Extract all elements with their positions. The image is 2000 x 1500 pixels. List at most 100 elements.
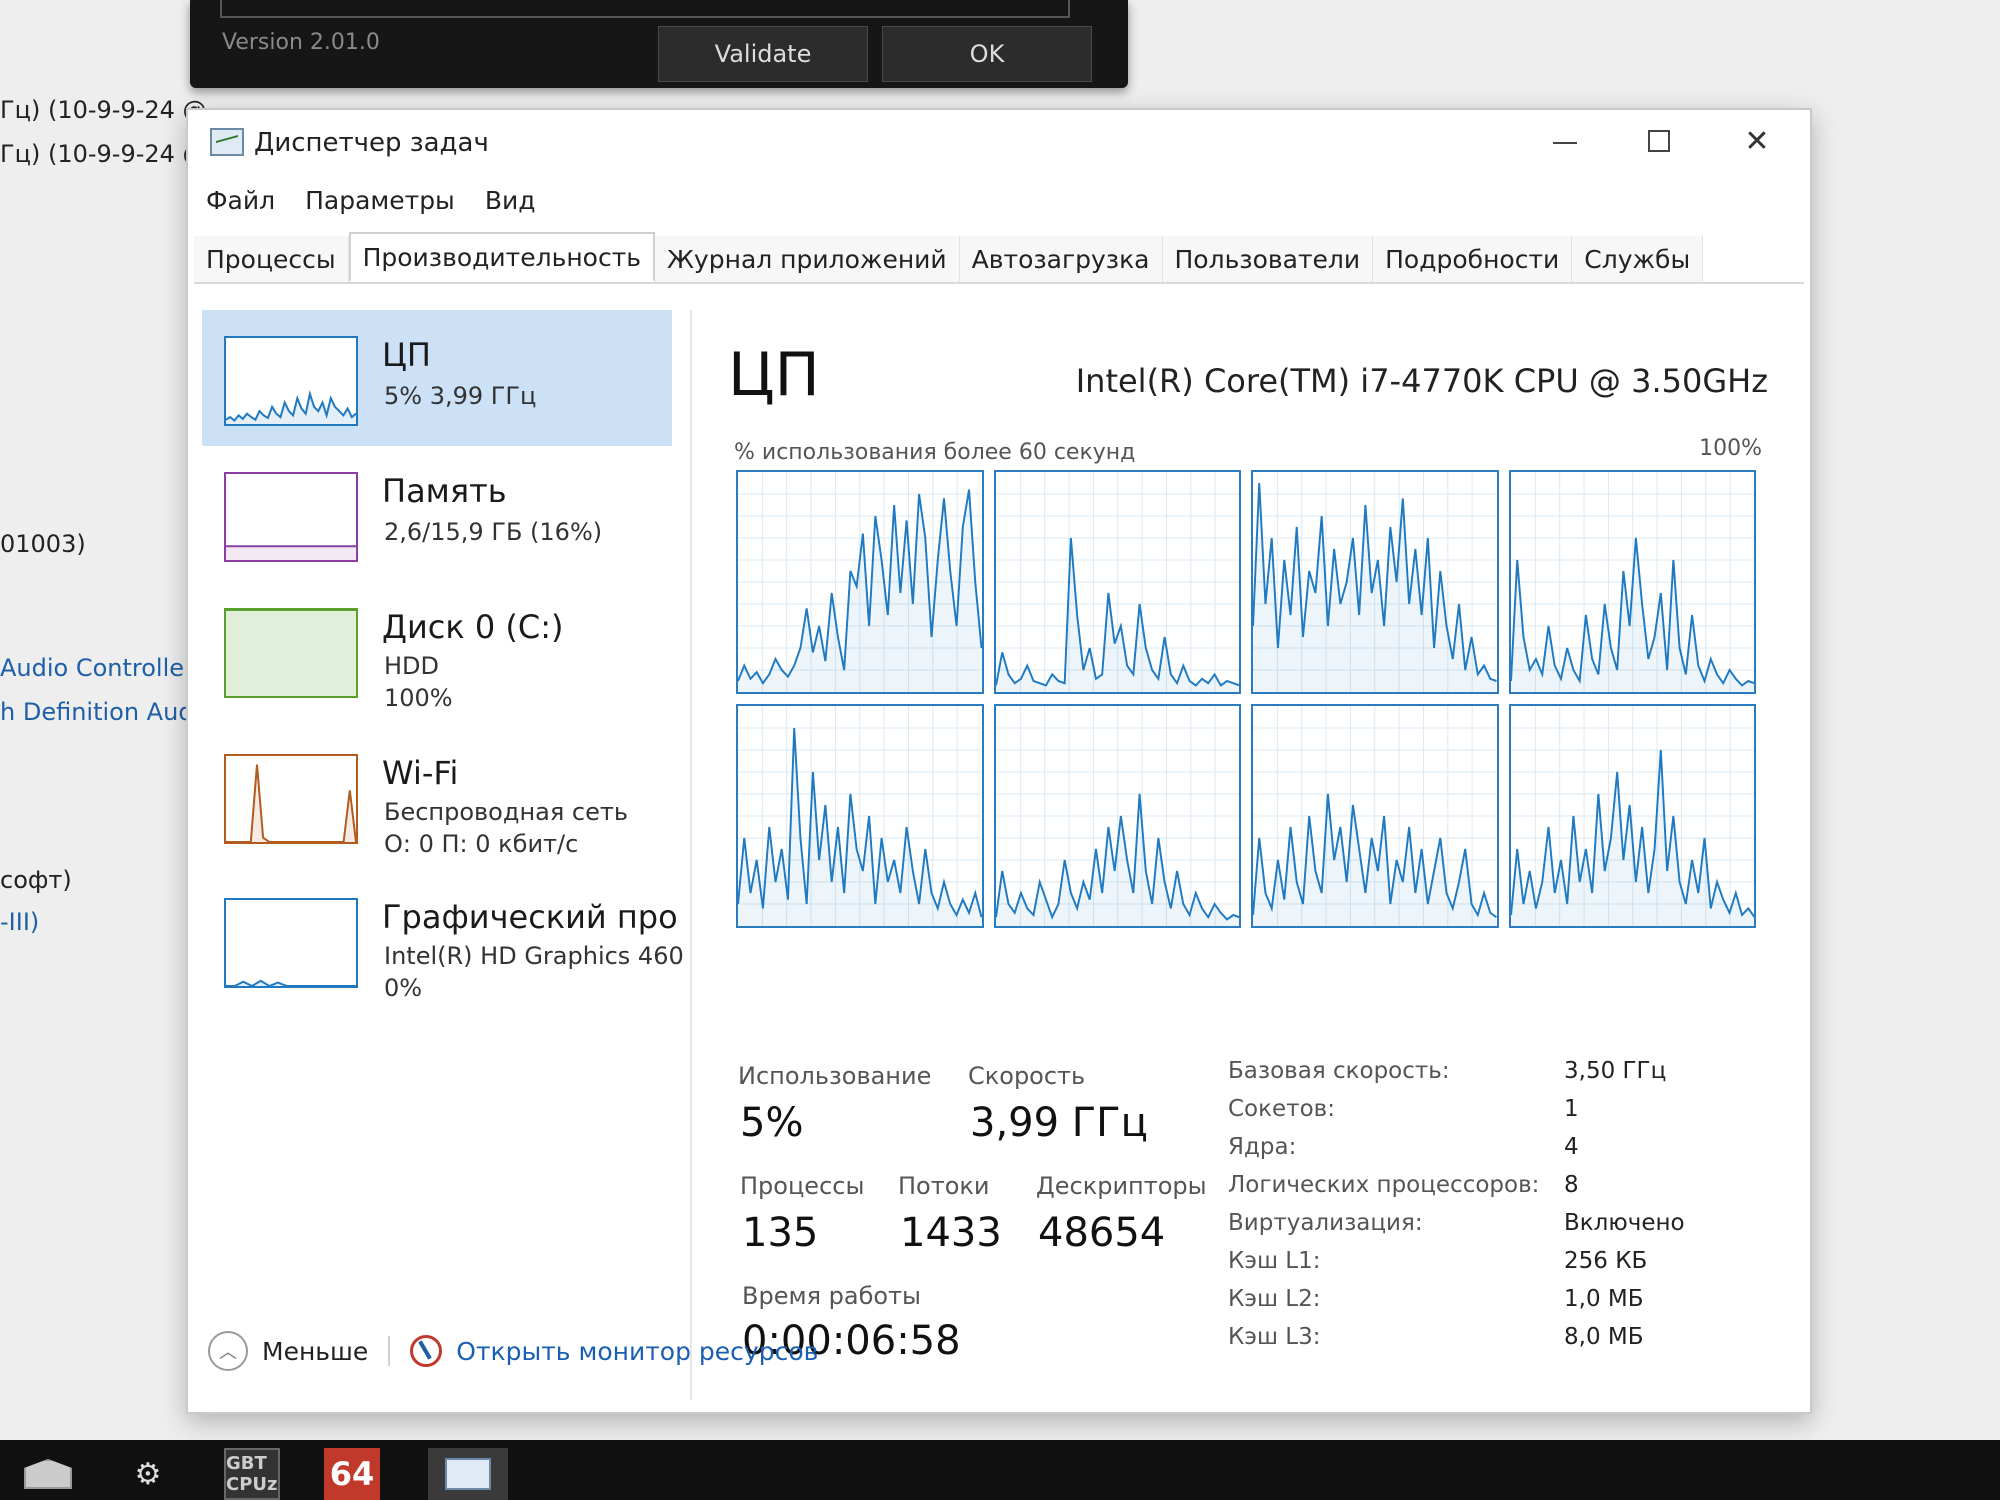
thumb-area [226, 546, 356, 560]
spec-row: Кэш L1: 256 КБ [1228, 1242, 1788, 1280]
menu-options[interactable]: Параметры [305, 186, 455, 222]
resource-item-cpu[interactable]: ЦП 5% 3,99 ГГц [202, 310, 672, 446]
fewer-details-button[interactable]: Меньше [262, 1337, 368, 1366]
resource-detail-2: 100% [384, 684, 453, 712]
handles-label: Дескрипторы [1036, 1172, 1207, 1200]
bg-window-text: софт) [0, 866, 72, 894]
spec-row: Ядра: 4 [1228, 1128, 1788, 1166]
uptime-label: Время работы [742, 1282, 921, 1310]
spec-key: Кэш L3: [1228, 1324, 1321, 1350]
resource-item-disk[interactable]: Диск 0 (C:) HDD 100% [202, 582, 672, 718]
logical-processor-graph [993, 704, 1241, 928]
graph-max-label: 100% [1699, 436, 1762, 461]
gear-icon[interactable]: ⚙ [120, 1448, 176, 1500]
tab-performance[interactable]: Производительность [348, 232, 655, 282]
spec-value: 3,50 ГГц [1564, 1058, 1667, 1084]
pane-divider[interactable] [690, 310, 692, 1400]
validate-button[interactable]: Validate [658, 26, 868, 82]
resource-name: Графический про [382, 898, 678, 936]
minimize-button[interactable] [1530, 118, 1600, 164]
thumb-area [226, 610, 356, 696]
resource-detail: Беспроводная сеть [384, 798, 629, 826]
spec-row: Сокетов: 1 [1228, 1090, 1788, 1128]
resource-detail: HDD [384, 652, 440, 680]
resource-name: Wi-Fi [382, 754, 459, 792]
logical-processor-graphs[interactable] [736, 470, 1756, 928]
resource-detail: Intel(R) HD Graphics 460 [384, 942, 684, 970]
version-label: Version 2.01.0 [222, 30, 380, 55]
bg-window-text: Гц) (10-9-9-24 @ [0, 140, 207, 168]
task-manager-icon [210, 128, 244, 156]
logical-processor-graph [1251, 704, 1499, 928]
spec-row: Кэш L3: 8,0 МБ [1228, 1318, 1788, 1356]
aida64-icon[interactable]: 64 [324, 1448, 380, 1500]
resource-monitor-icon[interactable] [410, 1335, 443, 1367]
cpu-spec-table: Базовая скорость: 3,50 ГГц Сокетов: 1 Ядра: 4… [1228, 1052, 1788, 1356]
bg-window-text: h Definition Audio [0, 698, 215, 726]
task-manager-window: Диспетчер задач ✕ Файл Параметры Вид Про… [186, 108, 1812, 1414]
mail-icon[interactable] [20, 1448, 76, 1500]
spec-key: Базовая скорость: [1228, 1058, 1450, 1084]
tab-processes[interactable]: Процессы [194, 236, 349, 282]
menu-view[interactable]: Вид [485, 186, 536, 222]
tab-services[interactable]: Службы [1572, 236, 1704, 282]
logical-processor-graph [1508, 704, 1756, 928]
tab-bar: Процессы Производительность Журнал прило… [194, 232, 1804, 284]
usage-value: 5% [740, 1100, 804, 1146]
resource-name: Память [382, 472, 507, 510]
logical-processor-graph [736, 470, 984, 694]
bg-window-text: -III) [0, 908, 40, 936]
spec-value: 1 [1564, 1096, 1579, 1122]
graph-caption: % использования более 60 секунд [734, 440, 1136, 465]
page-title: ЦП [728, 340, 820, 410]
spec-key: Сокетов: [1228, 1096, 1335, 1122]
spec-key: Ядра: [1228, 1134, 1297, 1160]
usage-label: Использование [738, 1062, 932, 1090]
tab-details[interactable]: Подробности [1373, 236, 1573, 282]
spec-row: Виртуализация: Включено [1228, 1204, 1788, 1242]
chevron-up-icon[interactable]: ︿ [208, 1331, 248, 1371]
spec-value: 1,0 МБ [1564, 1286, 1644, 1312]
memory-thumbnail-graph [224, 472, 358, 562]
resource-detail: 5% 3,99 ГГц [384, 382, 537, 410]
version-dialog: Version 2.01.0 Validate OK [190, 0, 1128, 88]
task-manager-taskbar-icon[interactable] [428, 1448, 508, 1500]
resource-item-wifi[interactable]: Wi-Fi Беспроводная сеть О: 0 П: 0 кбит/с [202, 728, 672, 864]
close-button[interactable]: ✕ [1722, 118, 1792, 164]
logical-processor-graph [1251, 470, 1499, 694]
resource-list: ЦП 5% 3,99 ГГц Память 2,6/15,9 ГБ (16%) … [202, 310, 684, 1210]
spec-key: Кэш L2: [1228, 1286, 1321, 1312]
thumb-area [226, 764, 356, 842]
spec-row: Кэш L2: 1,0 МБ [1228, 1280, 1788, 1318]
menu-file[interactable]: Файл [206, 186, 275, 222]
thumb-line [226, 764, 356, 842]
spec-value: 8,0 МБ [1564, 1324, 1644, 1350]
dialog-frame [220, 0, 1070, 18]
taskbar: ⚙ GBT CPUz 64 [0, 1440, 2000, 1500]
tab-users[interactable]: Пользователи [1162, 236, 1374, 282]
tab-startup[interactable]: Автозагрузка [959, 236, 1163, 282]
resource-item-memory[interactable]: Память 2,6/15,9 ГБ (16%) [202, 446, 672, 582]
gpuz-icon[interactable]: GBT CPUz [224, 1448, 280, 1500]
resource-item-gpu[interactable]: Графический про Intel(R) HD Graphics 460… [202, 872, 684, 1008]
ok-button[interactable]: OK [882, 26, 1092, 82]
gpu-thumbnail-graph [224, 898, 358, 988]
footer-bar: ︿ Меньше Открыть монитор ресурсов [208, 1326, 818, 1376]
wifi-thumbnail-graph [224, 754, 358, 844]
spec-value: 8 [1564, 1172, 1579, 1198]
processes-value: 135 [742, 1210, 819, 1256]
resource-detail: 2,6/15,9 ГБ (16%) [384, 518, 603, 546]
open-resource-monitor-link[interactable]: Открыть монитор ресурсов [456, 1337, 818, 1366]
cpu-thumbnail-graph [224, 336, 358, 426]
title-bar[interactable]: Диспетчер задач ✕ [188, 110, 1810, 166]
processes-label: Процессы [740, 1172, 865, 1200]
spec-key: Кэш L1: [1228, 1248, 1321, 1274]
spec-row: Логических процессоров: 8 [1228, 1166, 1788, 1204]
resource-detail-2: 0% [384, 974, 423, 1002]
disk-thumbnail-graph [224, 608, 358, 698]
tab-app-history[interactable]: Журнал приложений [655, 236, 960, 282]
bg-window-text: Гц) (10-9-9-24 @ [0, 96, 207, 124]
minimize-icon [1553, 142, 1577, 144]
maximize-button[interactable] [1624, 118, 1694, 164]
menu-bar: Файл Параметры Вид [206, 186, 536, 222]
